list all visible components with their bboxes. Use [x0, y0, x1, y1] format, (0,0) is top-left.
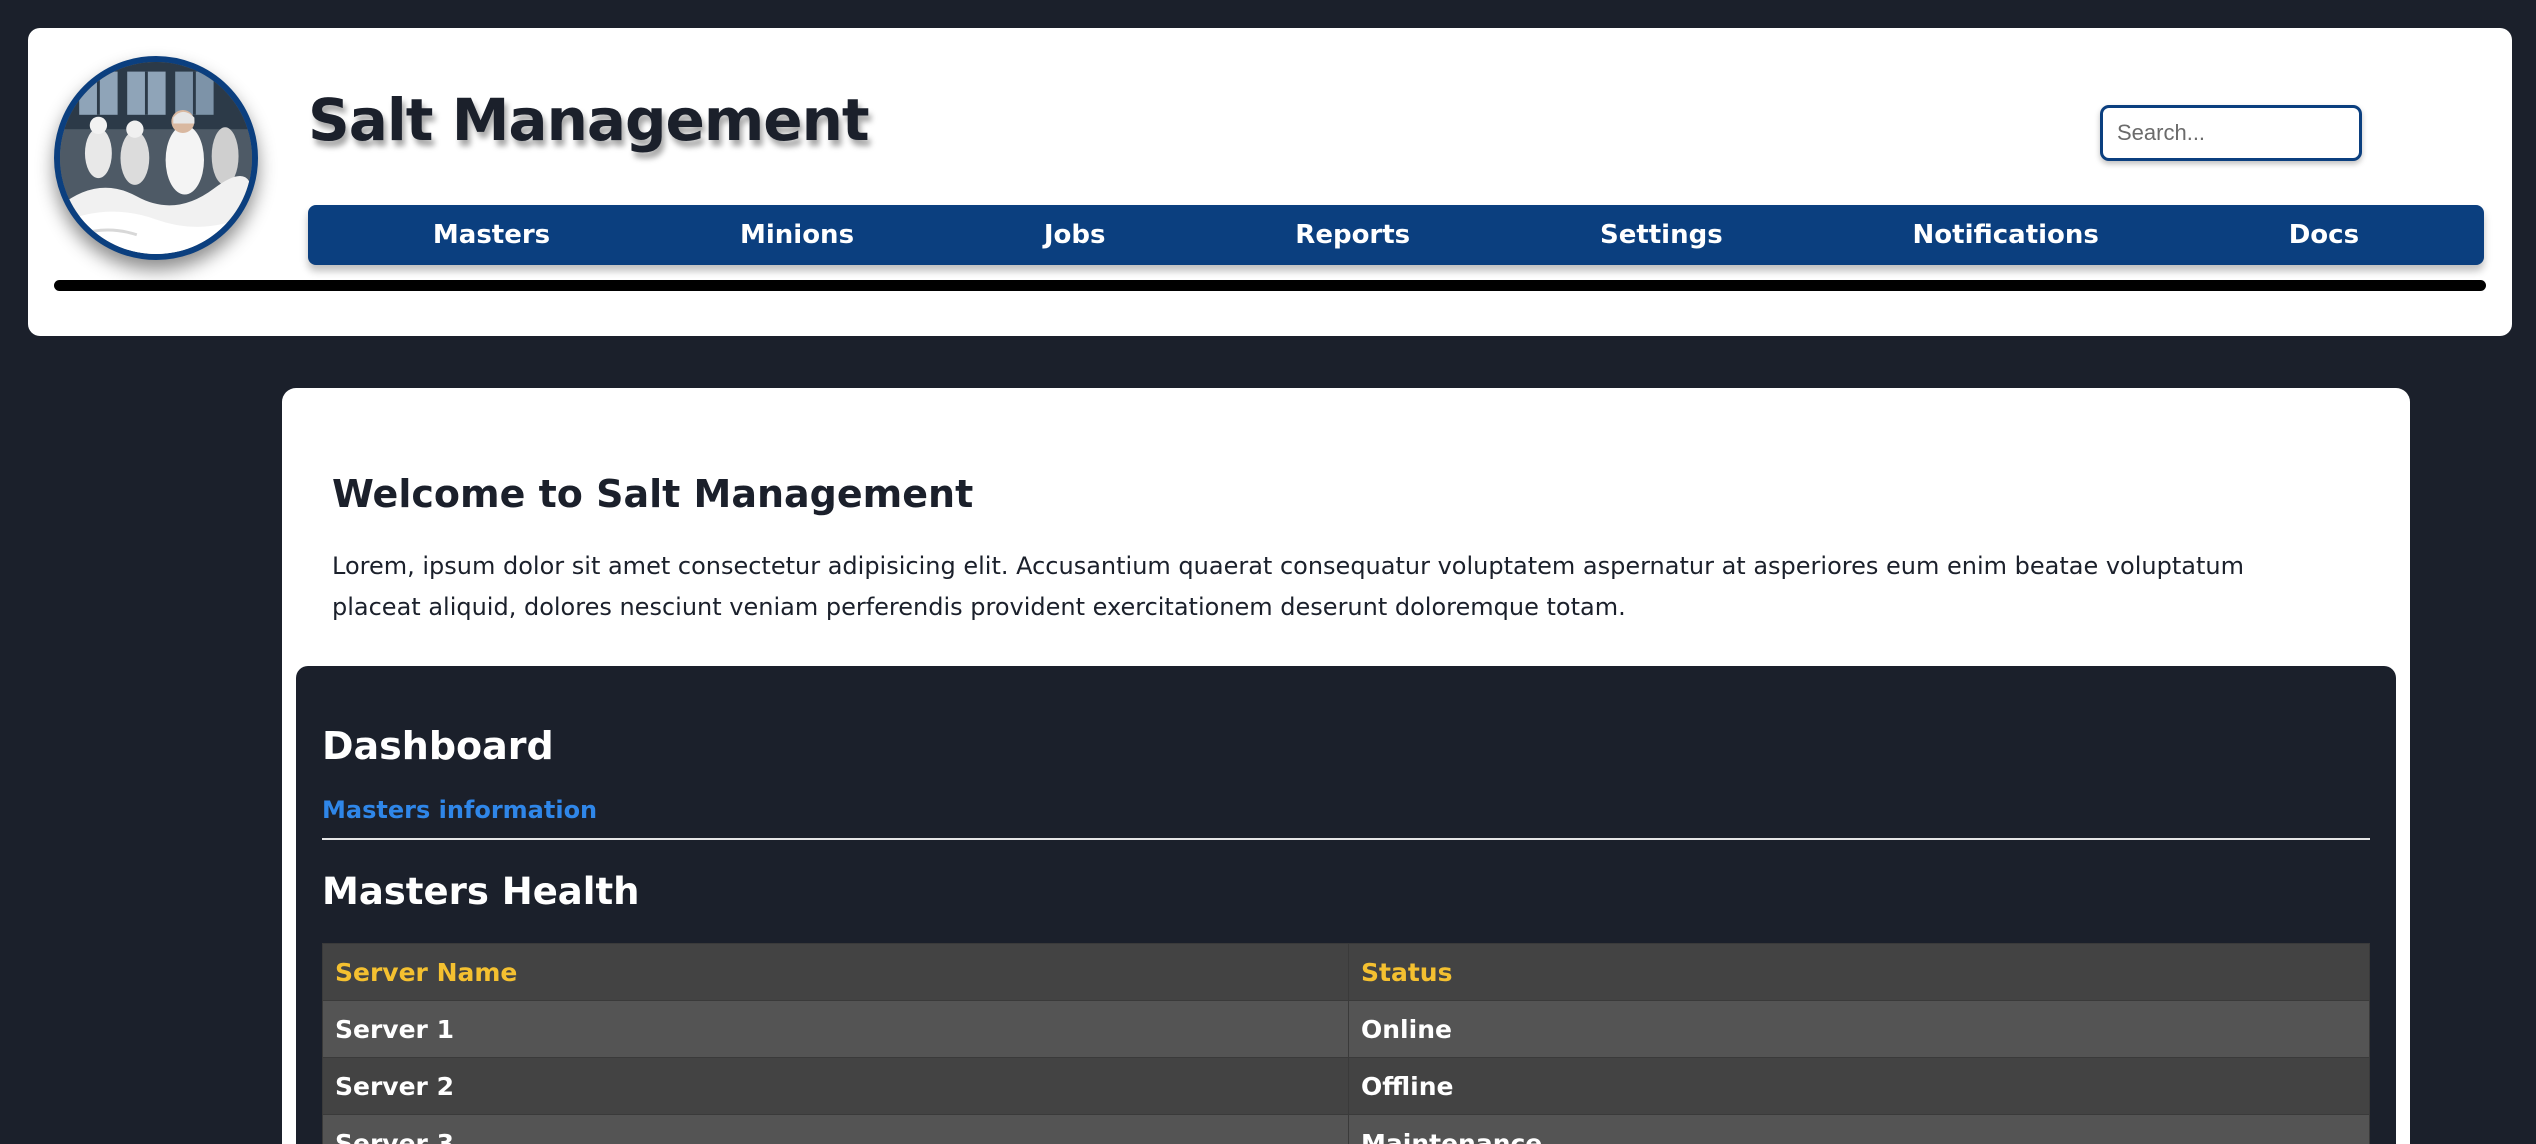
- server-name-cell: Server 2: [322, 1057, 1349, 1115]
- server-name-cell: Server 1: [322, 1000, 1349, 1058]
- column-header-server-name: Server Name: [322, 943, 1349, 1001]
- table-header-row: Server Name Status: [322, 943, 2370, 1001]
- site-title: Salt Management: [308, 86, 870, 154]
- table-row: Server 1 Online: [322, 1000, 2370, 1058]
- column-header-status: Status: [1348, 943, 2370, 1001]
- header-divider: [54, 280, 2486, 291]
- dashboard-title: Dashboard: [322, 724, 554, 768]
- search-input[interactable]: [2100, 105, 2362, 161]
- status-cell: Offline: [1348, 1057, 2370, 1115]
- nav-item-jobs[interactable]: Jobs: [1044, 220, 1106, 250]
- nav-item-settings[interactable]: Settings: [1600, 220, 1723, 250]
- welcome-text: Lorem, ipsum dolor sit amet consectetur …: [332, 552, 2244, 621]
- welcome-title: Welcome to Salt Management: [332, 472, 974, 516]
- nav-item-docs[interactable]: Docs: [2289, 220, 2359, 250]
- main-content: Welcome to Salt Management Lorem, ipsum …: [282, 388, 2410, 1144]
- dashboard-divider: [322, 838, 2370, 840]
- nav-item-minions[interactable]: Minions: [740, 220, 854, 250]
- salt-factory-logo-image: [60, 62, 252, 254]
- masters-health-table: Server Name Status Server 1 Online Serve…: [322, 943, 2370, 1144]
- nav-item-masters[interactable]: Masters: [433, 220, 550, 250]
- site-logo[interactable]: [54, 56, 258, 260]
- dashboard-panel: Dashboard Masters information Masters He…: [296, 666, 2396, 1144]
- table-row: Server 2 Offline: [322, 1057, 2370, 1115]
- masters-information-link[interactable]: Masters information: [322, 796, 597, 824]
- server-name-cell: Server 3: [322, 1114, 1349, 1144]
- status-cell: Maintenance: [1348, 1114, 2370, 1144]
- masters-health-title: Masters Health: [322, 870, 640, 913]
- main-nav: Masters Minions Jobs Reports Settings No…: [308, 205, 2484, 265]
- status-cell: Online: [1348, 1000, 2370, 1058]
- nav-item-reports[interactable]: Reports: [1295, 220, 1410, 250]
- site-header: Salt Management Masters Minions Jobs Rep…: [28, 28, 2512, 336]
- table-row: Server 3 Maintenance: [322, 1114, 2370, 1144]
- nav-item-notifications[interactable]: Notifications: [1913, 220, 2099, 250]
